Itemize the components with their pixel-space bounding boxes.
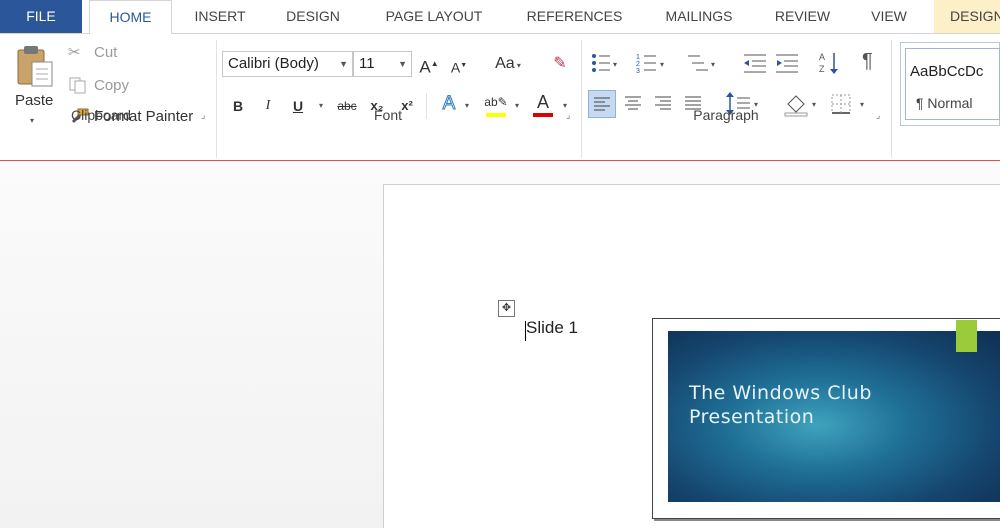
slide-title: The Windows Club Presentation <box>689 381 872 429</box>
font-launcher-icon[interactable]: ⌟ <box>566 110 576 120</box>
chevron-down-icon: ▼ <box>398 59 407 69</box>
highlight-icon[interactable]: ab✎ <box>484 90 508 117</box>
svg-text:Z: Z <box>819 64 825 74</box>
multilevel-list-icon[interactable]: ▾ <box>684 52 718 74</box>
cut-button[interactable]: Cut <box>94 44 117 61</box>
clear-formatting-icon[interactable]: ✎ <box>548 52 572 76</box>
group-divider <box>581 40 582 158</box>
tab-references[interactable]: REFERENCES <box>518 0 631 33</box>
font-color-icon[interactable]: A <box>532 90 554 117</box>
shrink-font-button[interactable]: A▼ <box>448 54 470 78</box>
bold-button[interactable]: B <box>228 94 248 118</box>
paragraph-launcher-icon[interactable]: ⌟ <box>876 110 886 120</box>
align-left-icon <box>594 97 610 111</box>
svg-text:1: 1 <box>636 54 640 61</box>
tab-home[interactable]: HOME <box>89 0 172 34</box>
change-case-label: Aa <box>495 55 515 72</box>
show-formatting-icon[interactable]: ¶ <box>862 50 880 74</box>
font-size-value: 11 <box>359 55 375 72</box>
tab-mailings[interactable]: MAILINGS <box>652 0 746 33</box>
group-divider <box>891 40 892 158</box>
decrease-indent-icon[interactable] <box>742 52 768 74</box>
font-group-label: Font <box>373 107 402 123</box>
underline-dropdown-icon[interactable]: ▾ <box>316 94 326 118</box>
svg-text:▾: ▾ <box>660 60 664 69</box>
text-cursor <box>525 321 526 341</box>
svg-text:▾: ▾ <box>711 60 715 69</box>
group-divider <box>216 40 217 158</box>
change-case-button[interactable]: Aa ▾ <box>488 52 528 76</box>
align-right-icon[interactable] <box>650 90 676 118</box>
bullets-icon[interactable]: ▾ <box>590 52 618 74</box>
align-center-icon[interactable] <box>620 90 646 118</box>
chevron-down-icon: ▼ <box>339 59 348 69</box>
clipboard-launcher-icon[interactable]: ⌟ <box>201 110 211 120</box>
underline-button[interactable]: U <box>288 94 308 118</box>
align-left-button[interactable] <box>588 90 616 118</box>
style-normal[interactable]: AaBbCcDc ¶ Normal <box>905 48 1000 120</box>
italic-button[interactable]: I <box>258 94 278 118</box>
paste-dropdown-icon[interactable]: ▾ <box>30 116 34 125</box>
tab-design[interactable]: DESIGN <box>277 0 349 33</box>
font-family-value: Calibri (Body) <box>228 55 319 72</box>
ribbon-tab-bar: FILE HOME INSERT DESIGN PAGE LAYOUT REFE… <box>0 0 1000 34</box>
scissors-icon: ✂ <box>68 44 81 61</box>
clipboard-group-label: Clipboard <box>71 107 131 123</box>
font-family-select[interactable]: Calibri (Body) ▼ <box>222 51 353 77</box>
chevron-down-icon: ▾ <box>514 61 521 70</box>
copy-icon <box>68 76 88 94</box>
svg-text:▾: ▾ <box>613 60 617 69</box>
tab-file[interactable]: FILE <box>0 0 82 33</box>
shading-icon[interactable]: ▾ <box>782 90 822 118</box>
text-effects-icon[interactable]: A <box>438 92 460 116</box>
svg-text:3: 3 <box>636 68 640 74</box>
increase-indent-icon[interactable] <box>774 52 800 74</box>
highlight-dropdown-icon[interactable]: ▾ <box>512 94 522 118</box>
font-size-select[interactable]: 11 ▼ <box>353 51 412 77</box>
slide-title-line1: The Windows Club <box>689 382 872 404</box>
svg-text:2: 2 <box>636 61 640 68</box>
tab-table-design[interactable]: DESIGN <box>934 0 1000 33</box>
slide-accent-bar <box>956 320 977 352</box>
grow-font-button[interactable]: A▲ <box>418 52 440 77</box>
tab-insert[interactable]: INSERT <box>181 0 259 33</box>
paragraph-group-label: Paragraph <box>693 107 759 123</box>
table-move-handle-icon[interactable]: ✥ <box>498 300 515 317</box>
svg-text:A: A <box>819 52 825 62</box>
svg-text:▾: ▾ <box>812 100 816 109</box>
sort-icon[interactable]: AZ <box>818 50 840 76</box>
svg-text:▾: ▾ <box>860 100 864 109</box>
tab-review[interactable]: REVIEW <box>766 0 839 33</box>
slide-title-line2: Presentation <box>689 406 815 428</box>
tab-view[interactable]: VIEW <box>860 0 918 33</box>
borders-icon[interactable]: ▾ <box>828 90 870 118</box>
text-effects-dropdown-icon[interactable]: ▾ <box>462 94 472 118</box>
document-text[interactable]: Slide 1 <box>526 318 578 338</box>
numbering-icon[interactable]: 1 2 3 ▾ <box>636 52 666 75</box>
paste-icon[interactable] <box>14 44 56 90</box>
copy-button[interactable]: Copy <box>94 77 129 94</box>
style-name-label: ¶ Normal <box>916 95 973 111</box>
style-preview-text: AaBbCcDc <box>910 63 984 80</box>
tab-page-layout[interactable]: PAGE LAYOUT <box>371 0 497 33</box>
